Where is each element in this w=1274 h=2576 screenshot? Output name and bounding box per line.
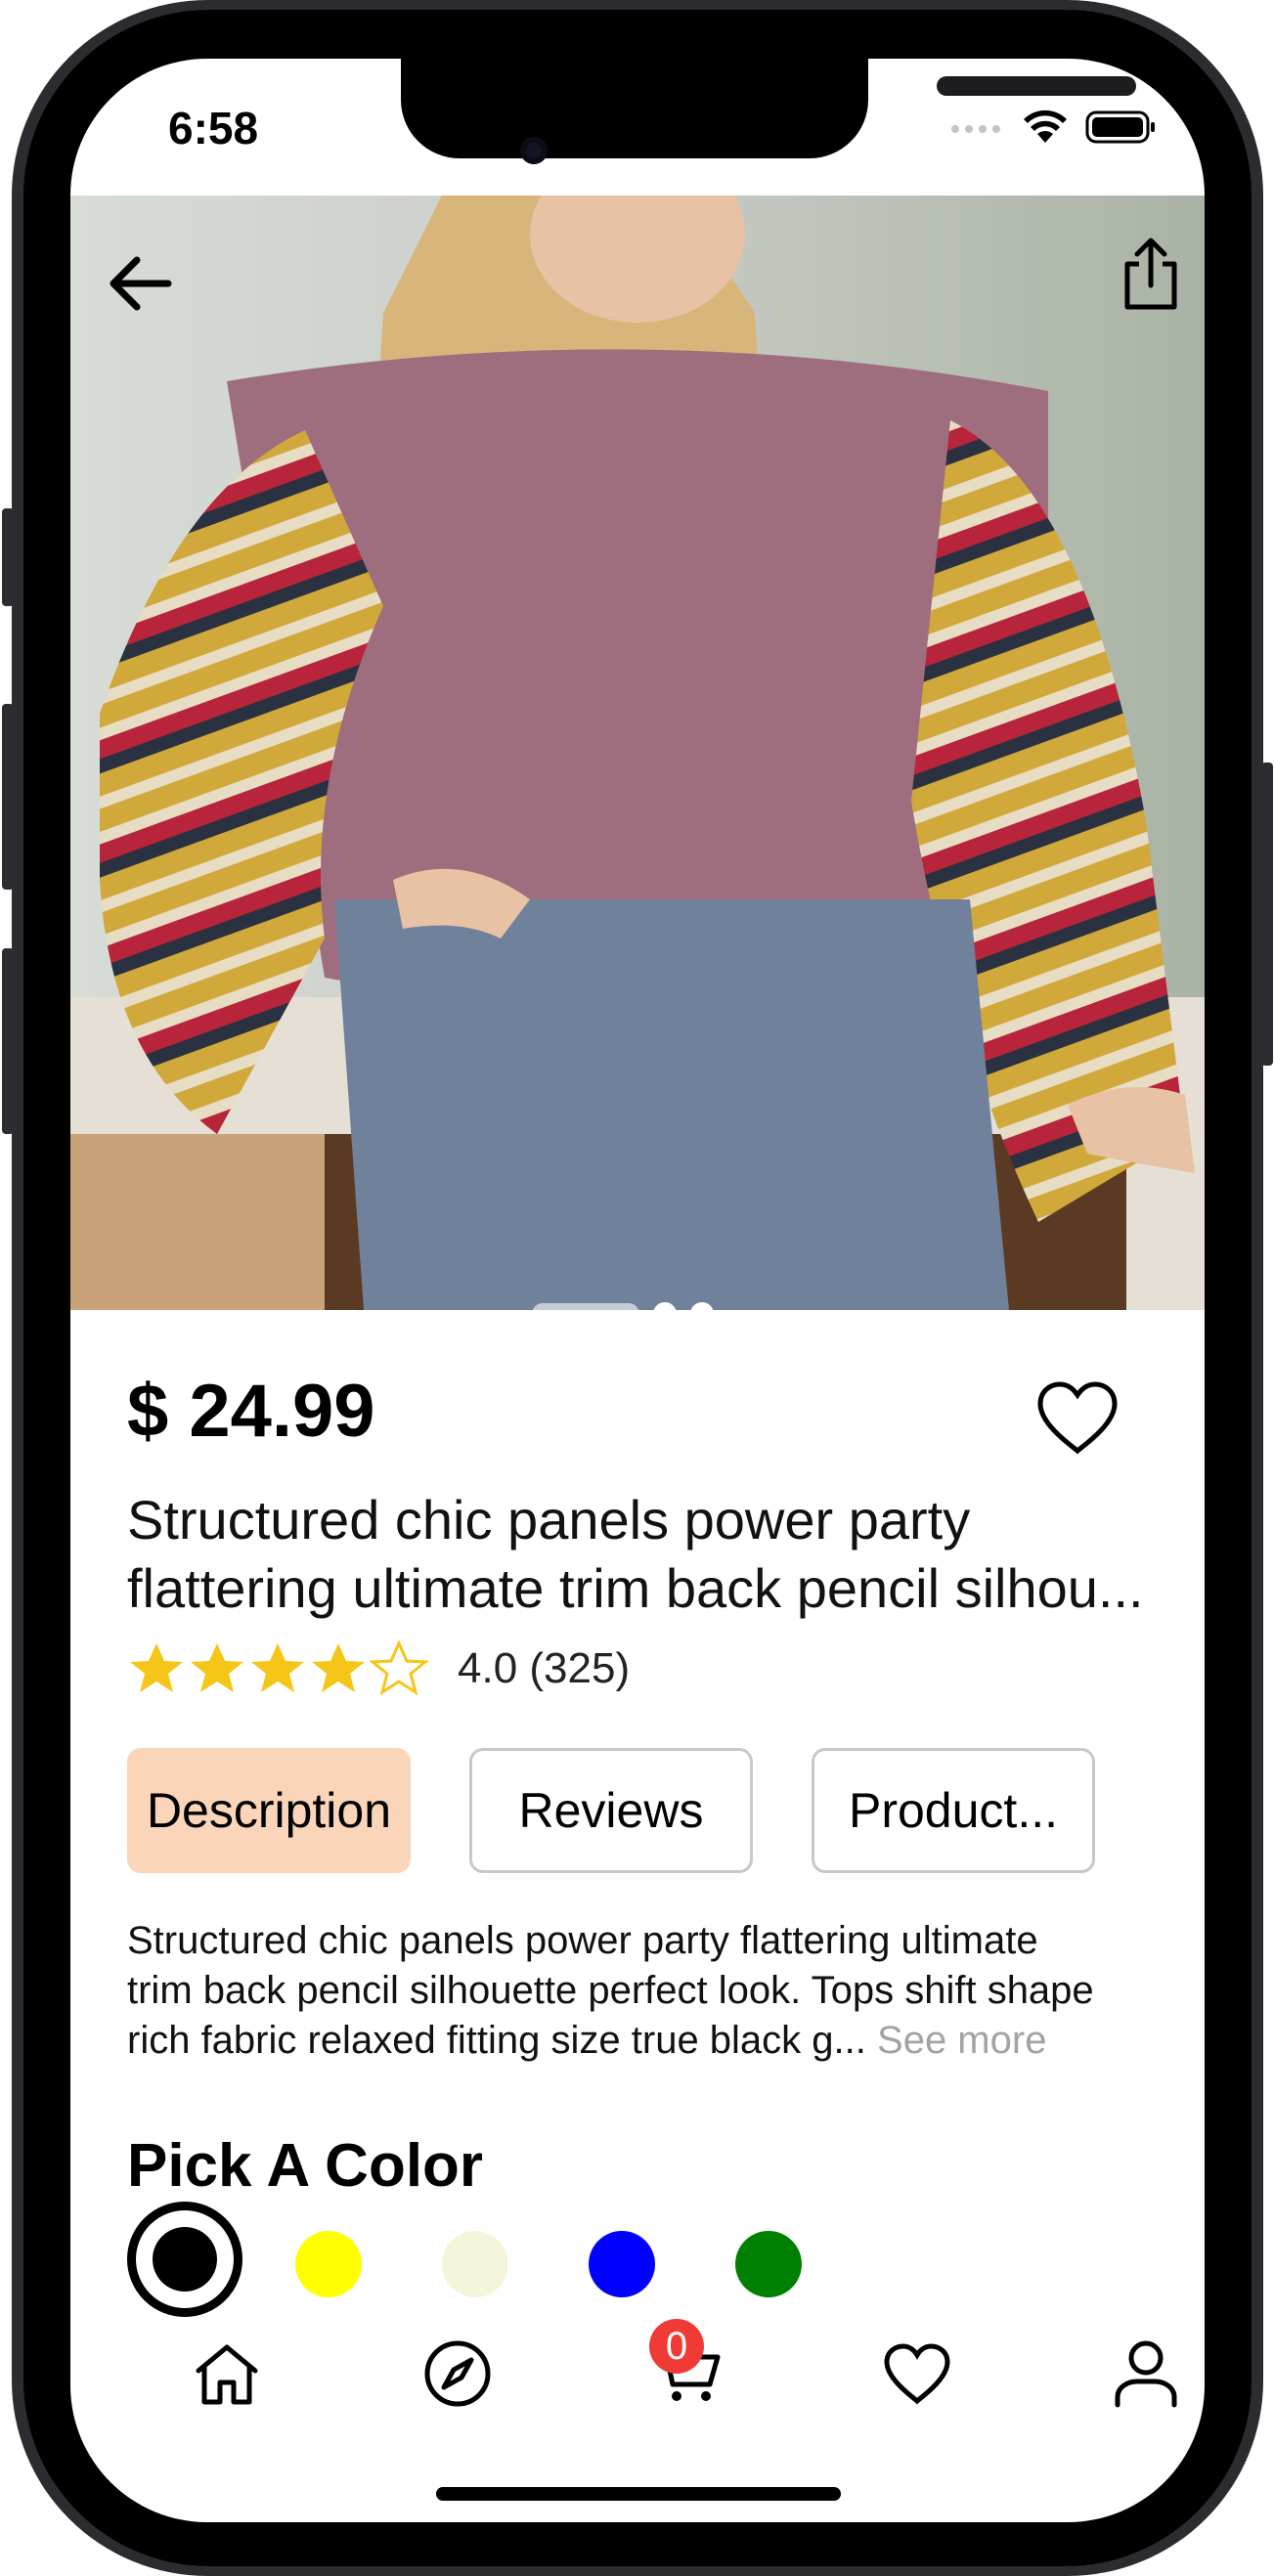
star-empty-icon <box>370 1640 428 1696</box>
tab-reviews[interactable]: Reviews <box>469 1748 753 1873</box>
color-swatch[interactable] <box>735 2231 802 2297</box>
nav-explore[interactable] <box>409 2325 506 2423</box>
star-rating <box>127 1640 428 1697</box>
app-screen: 6:58 $ 24.99 Structured chic panels powe… <box>70 59 1205 2522</box>
rating-text: 4.0 (325) <box>458 1644 631 1692</box>
color-swatch[interactable] <box>442 2231 508 2297</box>
phone-device: 6:58 $ 24.99 Structured chic panels powe… <box>0 0 1274 2576</box>
color-swatch[interactable] <box>295 2231 362 2297</box>
nav-home[interactable] <box>178 2325 276 2423</box>
cart-count-badge: 0 <box>649 2319 704 2374</box>
description-line: Structured chic panels power party flatt… <box>127 1919 1038 1962</box>
status-icons <box>950 109 1156 145</box>
color-swatch-selected[interactable] <box>127 2202 242 2317</box>
front-camera <box>520 137 548 164</box>
bottom-navigation: 0 <box>70 2319 1205 2452</box>
product-image <box>70 196 1205 1310</box>
nav-favorites[interactable] <box>868 2325 966 2423</box>
product-image-carousel[interactable] <box>70 196 1205 1310</box>
product-price: $ 24.99 <box>127 1370 375 1453</box>
star-filled-icon <box>312 1643 365 1692</box>
product-description: Structured chic panels power party flatt… <box>127 1916 1203 2066</box>
carousel-dot[interactable] <box>653 1302 677 1310</box>
share-button[interactable] <box>1107 225 1195 323</box>
description-line: trim back pencil silhouette perfect look… <box>127 1969 1094 2012</box>
arrow-left-icon <box>110 256 172 311</box>
nav-profile[interactable] <box>1097 2325 1195 2423</box>
power-button <box>1261 763 1273 1066</box>
volume-down-button <box>2 948 14 1134</box>
color-picker <box>127 2202 1183 2319</box>
star-filled-icon <box>130 1643 183 1692</box>
star-filled-icon <box>251 1643 304 1692</box>
share-icon <box>1124 238 1177 310</box>
color-swatch-fill <box>153 2227 217 2292</box>
description-text: rich fabric relaxed fitting size true bl… <box>127 2019 866 2062</box>
carousel-dot-active[interactable] <box>532 1303 639 1310</box>
home-icon <box>196 2344 258 2405</box>
product-title-line: flattering ultimate trim back pencil sil… <box>127 1557 1144 1619</box>
mute-switch <box>2 508 14 606</box>
home-indicator[interactable] <box>436 2487 841 2501</box>
product-title: Structured chic panels power party flatt… <box>127 1486 1173 1623</box>
tab-product-details[interactable]: Product... <box>812 1748 1095 1873</box>
tab-description[interactable]: Description <box>127 1748 411 1873</box>
back-button[interactable] <box>90 235 188 332</box>
profile-icon <box>1115 2340 1177 2408</box>
product-title-line: Structured chic panels power party <box>127 1489 971 1550</box>
see-more-link[interactable]: See more <box>877 2019 1046 2062</box>
heart-icon <box>1037 1381 1118 1455</box>
product-rating: 4.0 (325) <box>127 1640 630 1697</box>
heart-icon <box>884 2343 950 2405</box>
cellular-signal-icon <box>951 125 1000 133</box>
wifi-icon <box>1024 109 1067 143</box>
product-tabs: Description Reviews Product... <box>127 1748 1095 1873</box>
carousel-dot[interactable] <box>690 1302 714 1310</box>
star-filled-icon <box>191 1643 243 1692</box>
status-time: 6:58 <box>168 103 259 153</box>
favorite-button[interactable] <box>1029 1369 1126 1466</box>
color-picker-title: Pick A Color <box>127 2132 484 2200</box>
description-line: rich fabric relaxed fitting size true bl… <box>127 2016 1203 2066</box>
device-notch <box>401 59 1136 158</box>
volume-up-button <box>2 704 14 890</box>
battery-icon <box>1085 110 1155 144</box>
earpiece-speaker <box>937 76 1136 96</box>
compass-icon <box>424 2340 491 2407</box>
carousel-indicator <box>532 1302 714 1310</box>
color-swatch[interactable] <box>589 2231 655 2297</box>
